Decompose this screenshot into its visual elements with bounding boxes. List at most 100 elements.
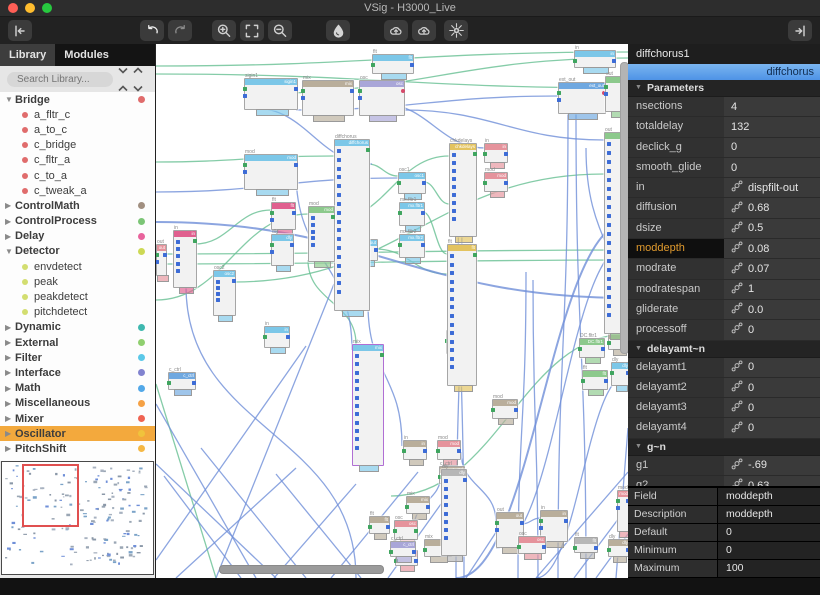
param-row-modratespan[interactable]: modratespan1 [628,280,820,300]
graph-node[interactable]: dlydly [441,469,467,556]
node-port[interactable] [607,214,611,218]
tab-library[interactable]: Library [0,44,55,66]
node-port[interactable] [450,297,454,301]
node-port[interactable] [398,211,402,215]
node-port[interactable] [355,421,359,425]
node-port[interactable] [337,264,341,268]
node-port[interactable] [594,546,598,550]
tree-category-interface[interactable]: ▶Interface [0,365,155,380]
node-port[interactable] [216,280,220,284]
graph-node[interactable]: outout [156,244,167,276]
cloud-download-button[interactable] [412,20,436,41]
node-port[interactable] [450,254,454,258]
node-port[interactable] [604,92,608,96]
node-port[interactable] [450,340,454,344]
triangle-collapsed-icon[interactable]: ▶ [5,201,15,210]
horizontal-scrollbar-thumb[interactable] [219,565,384,574]
collapse-left-button[interactable] [8,20,32,41]
param-value[interactable]: -.69 [724,456,820,475]
param-row-totaldelay[interactable]: totaldelay132 [628,117,820,137]
search-input[interactable] [7,72,113,87]
param-value[interactable]: dispfilt-out [724,178,820,197]
triangle-collapsed-icon[interactable]: ▶ [5,217,15,226]
redo-button[interactable] [168,20,192,41]
zoom-out-button[interactable] [268,20,292,41]
node-port[interactable] [607,223,611,227]
node-port[interactable] [607,286,611,290]
node-port[interactable] [270,250,274,254]
node-port[interactable] [337,237,341,241]
node-port[interactable] [504,181,508,185]
param-value[interactable]: 0 [724,378,820,397]
node-port[interactable] [337,220,341,224]
node-port[interactable] [573,59,577,63]
node-port[interactable] [301,96,305,100]
node-port[interactable] [355,371,359,375]
node-port[interactable] [337,255,341,259]
node-port[interactable] [607,169,611,173]
node-port[interactable] [564,519,568,523]
graph-node[interactable]: dlydly [608,539,628,557]
node-port[interactable] [573,546,577,550]
node-port[interactable] [450,271,454,275]
collapse-right-button[interactable] [788,20,812,41]
node-port[interactable] [358,96,362,100]
tree-category-filter[interactable]: ▶Filter [0,350,155,365]
node-port[interactable] [355,412,359,416]
node-port[interactable] [263,335,267,339]
node-port[interactable] [452,193,456,197]
node-port[interactable] [176,254,180,258]
node-port[interactable] [514,408,518,412]
node-port[interactable] [355,387,359,391]
node-port[interactable] [452,209,456,213]
node-port[interactable] [607,295,611,299]
node-port[interactable] [450,365,454,369]
tree-item-c_bridge[interactable]: c_bridge [0,138,155,153]
module-type-row[interactable]: diffchorus [628,64,820,80]
graph-node[interactable]: mx.fltr1mx.fltr1 [399,202,425,226]
graph-node[interactable]: mixmix [302,80,354,116]
node-port[interactable] [311,236,315,240]
graph-node[interactable]: c_ctrlc_ctrl [390,541,416,557]
triangle-collapsed-icon[interactable]: ▶ [5,444,15,453]
node-port[interactable] [243,163,247,167]
tree-category-detector[interactable]: ▼Detector [0,244,155,259]
node-port[interactable] [374,248,378,252]
node-port[interactable] [607,250,611,254]
node-port[interactable] [457,449,461,453]
tree-category-miscellaneous[interactable]: ▶Miscellaneous [0,396,155,411]
tree-category-oscillator[interactable]: ▶Oscillator [0,426,155,441]
node-port[interactable] [450,323,454,327]
param-value[interactable]: 0.07 [724,259,820,278]
node-port[interactable] [337,228,341,232]
graph-node[interactable]: diffchorusdiffchorus [334,139,370,311]
zoom-in-button[interactable] [212,20,236,41]
node-port[interactable] [414,559,418,563]
node-port[interactable] [444,520,448,524]
node-port[interactable] [495,528,499,532]
graph-node[interactable]: inin [173,230,197,288]
param-value[interactable]: 0 [724,158,820,177]
tab-modules[interactable]: Modules [55,44,118,66]
node-port[interactable] [311,223,315,227]
param-value[interactable]: 0 [724,398,820,417]
triangle-collapsed-icon[interactable]: ▶ [5,338,15,347]
node-port[interactable] [156,253,159,257]
graph-node[interactable]: oscosc [359,80,405,116]
param-row-delayamt1[interactable]: delayamt10 [628,358,820,378]
tree-category-delay[interactable]: ▶Delay [0,229,155,244]
node-port[interactable] [401,89,405,93]
node-port[interactable] [444,495,448,499]
graph-node[interactable]: fltflt [582,370,608,390]
graph-node[interactable]: fltflt [369,516,390,534]
node-port[interactable] [444,487,448,491]
node-port[interactable] [444,528,448,532]
node-port[interactable] [355,404,359,408]
param-row-delayamt3[interactable]: delayamt30 [628,398,820,418]
node-port[interactable] [604,379,608,383]
node-port[interactable] [422,181,426,185]
param-value[interactable]: 0.08 [724,239,820,258]
node-port[interactable] [176,240,180,244]
node-port[interactable] [193,239,197,243]
param-value[interactable]: 0.5 [724,219,820,238]
